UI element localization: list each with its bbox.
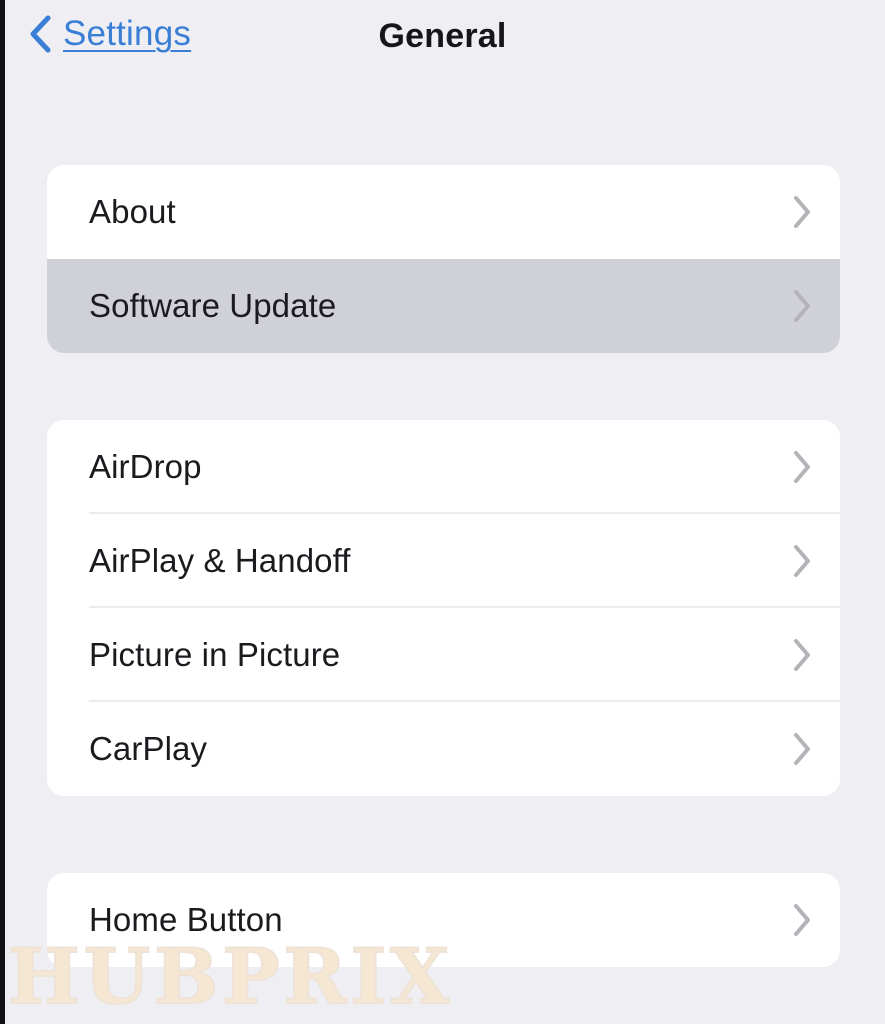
chevron-right-icon (792, 638, 812, 672)
navigation-bar: Settings General (0, 0, 885, 92)
list-item-label: Picture in Picture (89, 636, 341, 673)
list-item-label: AirPlay & Handoff (89, 542, 351, 579)
chevron-right-icon (792, 903, 812, 937)
list-item[interactable]: Software Update (47, 259, 840, 353)
settings-group-sharing: AirDrop AirPlay & Handoff Picture in Pictu… (47, 420, 840, 796)
list-item-label: CarPlay (89, 730, 208, 767)
list-item-label: Home Button (89, 901, 283, 938)
list-item[interactable]: Picture in Picture (47, 608, 840, 702)
chevron-right-icon (792, 544, 812, 578)
page-title: General (378, 17, 507, 55)
list-item-label: AirDrop (89, 448, 202, 485)
chevron-right-icon (792, 195, 812, 229)
list-item-label: Software Update (89, 287, 337, 324)
list-item-label: About (89, 193, 176, 230)
chevron-right-icon (792, 289, 812, 323)
list-item[interactable]: AirPlay & Handoff (47, 514, 840, 608)
screen-edge-bar (0, 0, 5, 1024)
list-item[interactable]: About (47, 165, 840, 259)
chevron-right-icon (792, 732, 812, 766)
settings-group-system: About Software Update (47, 165, 840, 353)
chevron-right-icon (792, 450, 812, 484)
list-item[interactable]: Home Button (47, 873, 840, 967)
list-item[interactable]: AirDrop (47, 420, 840, 514)
settings-group-hardware: Home Button (47, 873, 840, 967)
list-item[interactable]: CarPlay (47, 702, 840, 796)
